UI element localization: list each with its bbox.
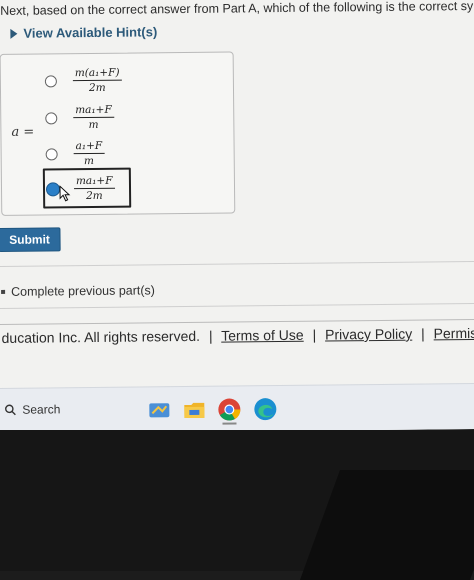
mouse-pointer-icon (59, 184, 71, 201)
taskbar: Search (0, 382, 474, 434)
bullet-icon (1, 289, 6, 294)
answer-choices-box: a = m(a₁+F) 2m ma₁+F m a₁+F m ma₁+F 2m (0, 51, 236, 216)
numerator: a₁+F (73, 139, 105, 155)
numerator: ma₁+F (73, 174, 115, 190)
fraction: ma₁+F 2m (73, 174, 115, 203)
fraction: a₁+F m (73, 139, 105, 168)
permissions-link[interactable]: Permissions (434, 325, 474, 342)
privacy-policy-link[interactable]: Privacy Policy (325, 326, 412, 343)
divider (0, 302, 474, 309)
complete-previous-parts[interactable]: Complete previous part(s) (1, 283, 155, 299)
search-icon (5, 404, 16, 416)
caret-right-icon (10, 28, 18, 39)
search-label: Search (22, 402, 61, 417)
radio-button[interactable] (45, 111, 58, 124)
answer-option-2[interactable]: ma₁+F m (45, 103, 114, 132)
edge-icon[interactable] (252, 396, 278, 422)
divider (0, 318, 474, 325)
separator: | (421, 325, 425, 342)
answer-option-1[interactable]: m(a₁+F) 2m (44, 66, 122, 95)
fraction: ma₁+F m (73, 103, 114, 132)
radio-button[interactable] (45, 147, 58, 160)
question-text: Next, based on the correct answer from P… (0, 0, 474, 18)
complete-previous-label: Complete previous part(s) (11, 283, 155, 299)
numerator: ma₁+F (73, 103, 114, 119)
chrome-icon[interactable] (216, 396, 242, 422)
copyright-text: ducation Inc. All rights reserved. (1, 327, 201, 346)
denominator: m (88, 118, 99, 132)
view-hints-label: View Available Hint(s) (23, 24, 158, 41)
whiteboard-icon[interactable] (146, 397, 172, 423)
view-hints-link[interactable]: View Available Hint(s) (10, 24, 157, 41)
fraction: m(a₁+F) 2m (72, 66, 122, 95)
monitor-screen: Next, based on the correct answer from P… (0, 0, 474, 434)
active-app-indicator (222, 422, 237, 425)
divider (0, 260, 474, 267)
footer: ducation Inc. All rights reserved. | Ter… (1, 325, 474, 346)
taskbar-search[interactable]: Search (4, 402, 60, 417)
radio-button-selected[interactable] (45, 181, 71, 201)
denominator: 2m (88, 81, 106, 95)
file-explorer-icon[interactable] (181, 397, 207, 423)
answer-option-3[interactable]: a₁+F m (45, 139, 105, 168)
denominator: m (83, 154, 95, 168)
terms-of-use-link[interactable]: Terms of Use (221, 327, 304, 344)
separator: | (312, 326, 317, 343)
variable-label: a = (11, 124, 35, 140)
separator: | (208, 327, 213, 344)
denominator: 2m (85, 189, 103, 203)
submit-button[interactable]: Submit (0, 227, 61, 252)
radio-button[interactable] (44, 74, 57, 87)
numerator: m(a₁+F) (72, 66, 122, 82)
answer-option-4[interactable]: ma₁+F 2m (45, 174, 115, 203)
